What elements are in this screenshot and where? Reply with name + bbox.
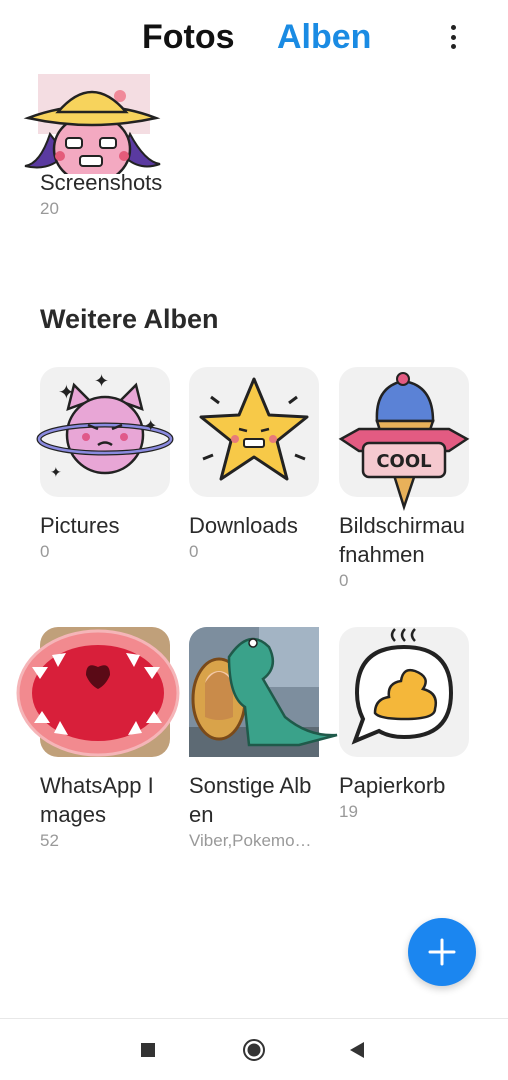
album-count: 0 bbox=[40, 542, 50, 561]
album-count: 0 bbox=[189, 542, 199, 561]
planet-cat-sticker-icon: ✦ ✦ ✦ ✦ bbox=[36, 371, 174, 481]
star-sticker-icon bbox=[199, 377, 309, 481]
square-icon[interactable] bbox=[140, 1042, 156, 1058]
album-papierkorb[interactable]: Papierkorb 19 bbox=[339, 627, 489, 822]
album-count: Viber,Pokemo… bbox=[189, 831, 312, 850]
album-thumb bbox=[189, 627, 338, 757]
album-downloads[interactable]: Downloads 0 bbox=[189, 367, 339, 562]
album-thumb bbox=[339, 627, 469, 757]
svg-text:✦: ✦ bbox=[50, 465, 62, 481]
album-screenshots[interactable]: Screenshots 20 bbox=[23, 74, 190, 219]
album-name: Bildschirmaufnahmen bbox=[339, 513, 465, 567]
trash-poop-sticker-icon bbox=[351, 628, 454, 745]
tab-albums[interactable]: Alben bbox=[277, 18, 371, 57]
album-thumb bbox=[189, 367, 319, 497]
album-count: 19 bbox=[339, 802, 358, 821]
album-thumb bbox=[16, 627, 180, 757]
add-album-button[interactable] bbox=[408, 918, 476, 986]
plus-icon bbox=[428, 938, 456, 966]
dinosaur-photo-icon bbox=[189, 627, 338, 757]
album-name: WhatsApp Images bbox=[40, 773, 154, 827]
album-thumb bbox=[23, 74, 170, 174]
svg-text:COOL: COOL bbox=[376, 451, 431, 472]
album-thumb: ✦ ✦ ✦ ✦ bbox=[36, 367, 174, 497]
album-whatsapp-images[interactable]: WhatsApp Images 52 bbox=[16, 627, 190, 851]
section-title: Weitere Alben bbox=[40, 304, 219, 334]
album-count: 0 bbox=[339, 571, 349, 590]
album-name: Pictures bbox=[40, 513, 120, 538]
album-sonstige-alben[interactable]: Sonstige Alben Viber,Pokemo… bbox=[189, 627, 339, 851]
album-thumb: COOL bbox=[338, 367, 470, 512]
top-bar: Fotos Alben bbox=[0, 0, 508, 74]
album-count: 52 bbox=[40, 831, 59, 850]
tab-photos[interactable]: Fotos bbox=[142, 18, 235, 57]
mouth-sticker-icon bbox=[16, 629, 180, 757]
more-options-icon[interactable] bbox=[440, 22, 466, 52]
svg-text:✦: ✦ bbox=[144, 416, 157, 435]
ice-cream-cool-sticker-icon: COOL bbox=[338, 372, 470, 512]
album-name: Downloads bbox=[189, 513, 298, 538]
album-count: 20 bbox=[40, 199, 59, 218]
svg-text:✦: ✦ bbox=[94, 371, 109, 392]
album-name: Papierkorb bbox=[339, 773, 446, 798]
system-navigation-bar bbox=[0, 1018, 508, 1080]
svg-text:✦: ✦ bbox=[58, 380, 75, 404]
album-bildschirmaufnahmen[interactable]: COOL Bildschirmaufnahmen 0 bbox=[338, 367, 489, 591]
album-pictures[interactable]: ✦ ✦ ✦ ✦ Pictures 0 bbox=[36, 367, 190, 562]
back-triangle-icon[interactable] bbox=[349, 1041, 365, 1059]
album-name: Sonstige Alben bbox=[189, 773, 312, 827]
home-circle-icon[interactable] bbox=[242, 1038, 266, 1062]
girl-hat-sticker-icon bbox=[23, 74, 161, 174]
